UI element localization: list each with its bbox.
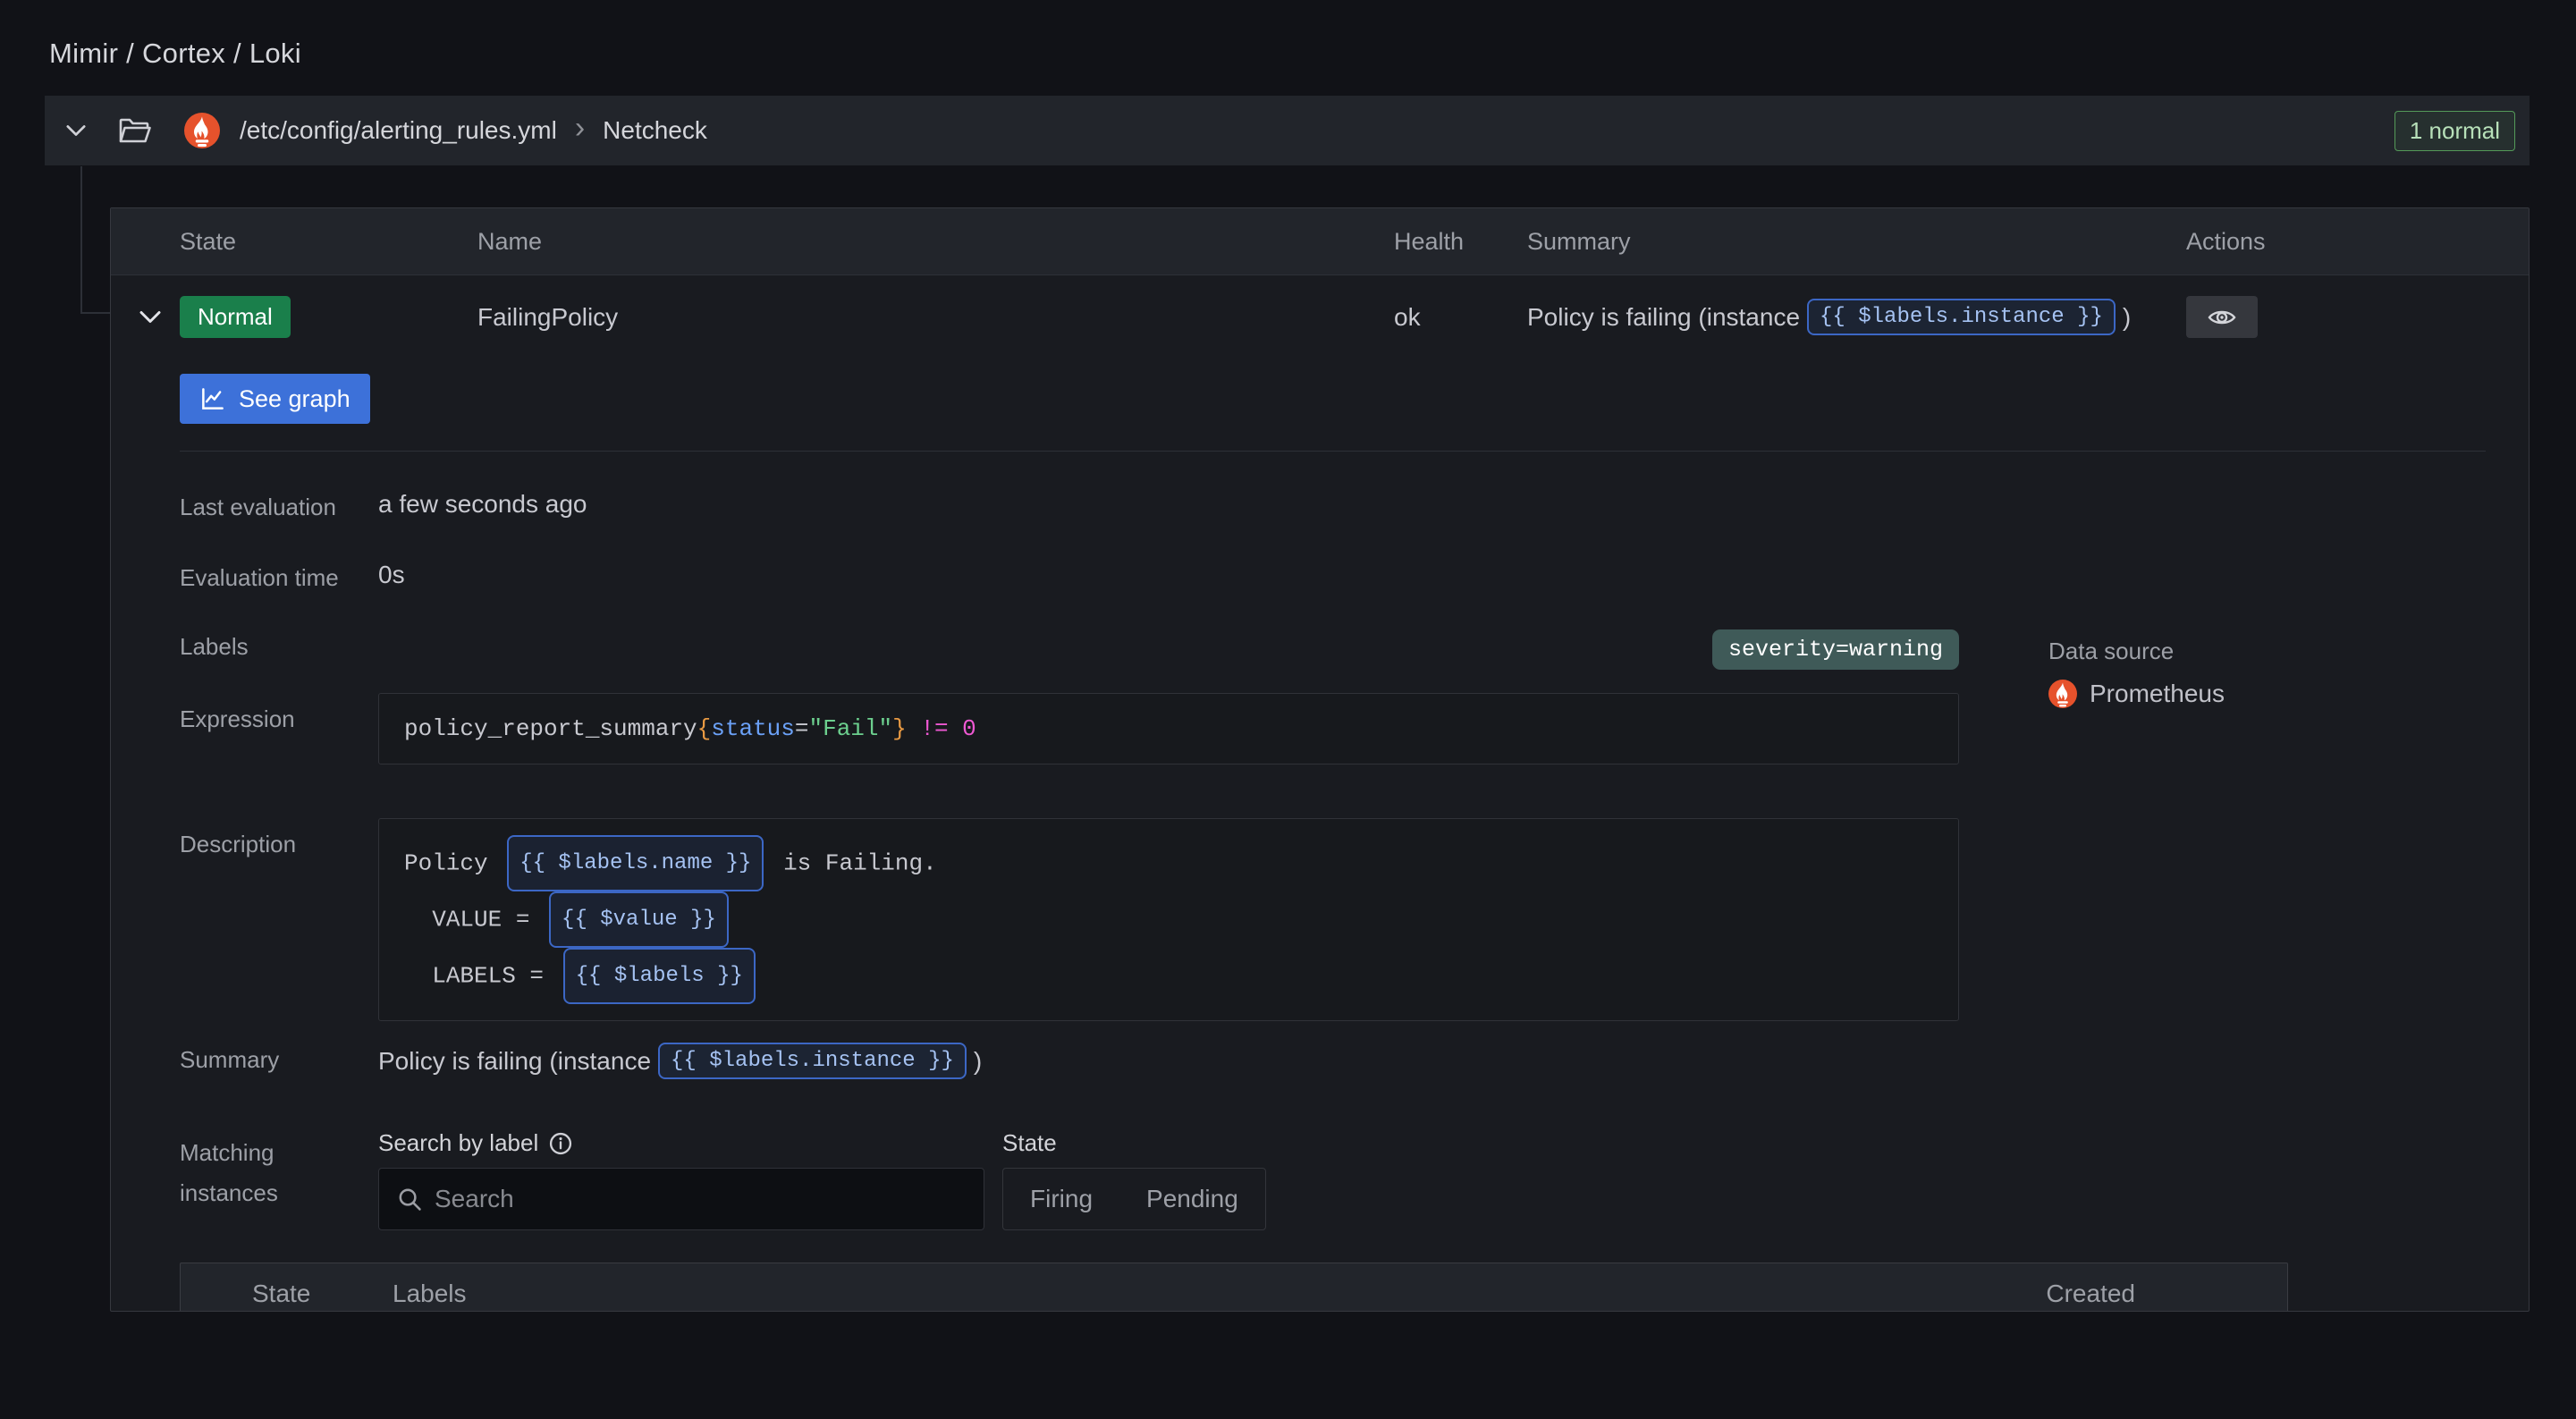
- summary-value: Policy is failing (instance{{ $labels.in…: [378, 1043, 982, 1079]
- header-state: State: [180, 228, 477, 256]
- labels-label: Labels: [180, 629, 378, 661]
- search-input-wrapper: [378, 1168, 984, 1230]
- instances-header-labels: Labels: [393, 1280, 467, 1308]
- search-by-label-group: Search by label: [378, 1129, 984, 1230]
- description-line: VALUE = {{ $value }}: [404, 891, 1933, 948]
- prometheus-icon: [184, 113, 220, 148]
- matching-instances-label: Matching instances: [180, 1129, 332, 1213]
- template-chip: {{ $labels }}: [563, 948, 756, 1004]
- description-line: Policy {{ $labels.name }} is Failing.: [404, 835, 1933, 891]
- page-title: Mimir / Cortex / Loki: [49, 38, 301, 70]
- expression-token: "Fail": [809, 715, 893, 742]
- expression-code[interactable]: policy_report_summary{status="Fail"} != …: [378, 693, 1959, 764]
- eye-icon: [2208, 308, 2236, 327]
- summary-row: Summary Policy is failing (instance{{ $l…: [180, 1043, 2486, 1079]
- rule-state-badge: Normal: [180, 296, 291, 338]
- expression-token: status: [711, 715, 795, 742]
- last-evaluation-value: a few seconds ago: [378, 490, 587, 519]
- severity-label-badge: severity=warning: [1712, 629, 1959, 670]
- expression-token: =: [795, 715, 809, 742]
- description-box: Policy {{ $labels.name }} is Failing. VA…: [378, 818, 1959, 1021]
- rule-health: ok: [1394, 303, 1527, 332]
- header-summary: Summary: [1527, 228, 2186, 256]
- namespace-path-link[interactable]: /etc/config/alerting_rules.yml: [240, 116, 557, 145]
- matching-instances-row: Matching instances Search by label: [180, 1129, 2486, 1230]
- collapse-rule-chevron-down-icon[interactable]: [111, 310, 180, 324]
- description-text: VALUE =: [404, 906, 544, 933]
- breadcrumb-separator: ›: [575, 113, 585, 148]
- tree-connector-horizontal: [80, 312, 110, 314]
- header-actions: Actions: [2186, 228, 2529, 256]
- pending-filter-button[interactable]: Pending: [1119, 1169, 1265, 1229]
- evaluation-time-row: Evaluation time 0s: [180, 561, 2486, 592]
- group-name: Netcheck: [603, 116, 707, 145]
- rule-summary-suffix: ): [2123, 303, 2131, 332]
- description-text: is Failing.: [769, 849, 936, 876]
- description-label: Description: [180, 818, 378, 858]
- rules-panel: State Name Health Summary Actions Normal…: [110, 207, 2530, 1312]
- view-rule-button[interactable]: [2186, 296, 2258, 338]
- state-filter-buttons: Firing Pending: [1002, 1168, 1266, 1230]
- summary-prefix: Policy is failing (instance: [378, 1047, 651, 1076]
- group-status-badge: 1 normal: [2394, 111, 2515, 151]
- instances-header-state: State: [252, 1280, 393, 1308]
- evaluation-time-value: 0s: [378, 561, 405, 589]
- description-text: LABELS =: [404, 962, 558, 989]
- alert-rules-page: { "page": { "title": "Mimir / Cortex / L…: [0, 0, 2576, 1419]
- tree-connector-vertical: [80, 166, 82, 313]
- datasource-block: Data source Prometheus: [2048, 638, 2225, 708]
- expression-token: {: [697, 715, 712, 742]
- rule-name: FailingPolicy: [477, 303, 1394, 332]
- header-name: Name: [477, 228, 1394, 256]
- expression-label: Expression: [180, 693, 378, 733]
- instances-header-created: Created: [2046, 1280, 2135, 1308]
- evaluation-time-label: Evaluation time: [180, 561, 378, 592]
- datasource-label: Data source: [2048, 638, 2225, 665]
- line-chart-icon: [199, 385, 226, 412]
- rule-summary: Policy is failing (instance{{ $labels.in…: [1527, 299, 2186, 335]
- info-icon[interactable]: [549, 1132, 572, 1155]
- template-chip: {{ $labels.instance }}: [658, 1043, 967, 1079]
- state-filter-group: State Firing Pending: [1002, 1129, 1266, 1230]
- template-chip: {{ $labels.name }}: [507, 835, 764, 891]
- summary-suffix: ): [974, 1047, 982, 1076]
- expression-token: }: [892, 715, 907, 742]
- expression-token: !=: [920, 715, 948, 742]
- description-line: LABELS = {{ $labels }}: [404, 948, 1933, 1004]
- expression-token: policy_report_summary: [404, 715, 697, 742]
- collapse-group-chevron-down-icon[interactable]: [66, 124, 86, 137]
- search-input[interactable]: [435, 1185, 966, 1213]
- expression-token: [949, 715, 963, 742]
- description-text: Policy: [404, 849, 502, 876]
- prometheus-icon: [2048, 680, 2077, 708]
- header-health: Health: [1394, 228, 1527, 256]
- state-filter-label: State: [1002, 1129, 1057, 1157]
- datasource-name: Prometheus: [2090, 680, 2225, 708]
- rule-summary-prefix: Policy is failing (instance: [1527, 303, 1800, 332]
- rules-table-header: State Name Health Summary Actions: [111, 208, 2529, 275]
- details-divider: [180, 451, 2486, 452]
- magnifier-icon: [397, 1187, 422, 1212]
- see-graph-label: See graph: [239, 385, 351, 413]
- see-graph-button[interactable]: See graph: [180, 374, 370, 424]
- template-chip: {{ $value }}: [549, 891, 729, 948]
- last-evaluation-row: Last evaluation a few seconds ago: [180, 490, 2486, 521]
- description-row: Description Policy {{ $labels.name }} is…: [180, 818, 2486, 1021]
- search-by-label-label: Search by label: [378, 1129, 538, 1157]
- expression-token: 0: [962, 715, 976, 742]
- expression-token: [907, 715, 921, 742]
- template-chip: {{ $labels.instance }}: [1807, 299, 2116, 335]
- rule-row: Normal FailingPolicy ok Policy is failin…: [111, 275, 2529, 359]
- rule-group-bar[interactable]: /etc/config/alerting_rules.yml › Netchec…: [45, 96, 2530, 165]
- firing-filter-button[interactable]: Firing: [1003, 1169, 1119, 1229]
- instances-table-header: State Labels Created: [180, 1263, 2288, 1312]
- summary-label: Summary: [180, 1043, 378, 1074]
- last-evaluation-label: Last evaluation: [180, 490, 378, 521]
- folder-icon: [118, 116, 152, 145]
- rule-details: See graph Data source Prometheus Last ev…: [111, 359, 2529, 1312]
